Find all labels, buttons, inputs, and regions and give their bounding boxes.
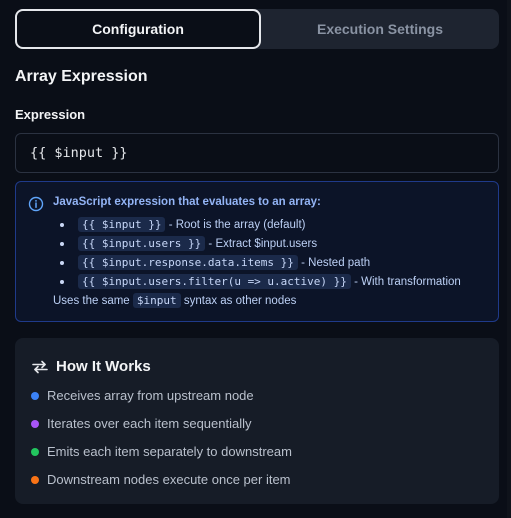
info-circle-icon: [28, 196, 44, 212]
tab-configuration[interactable]: Configuration: [15, 9, 261, 49]
list-item: {{ $input.response.data.items }} - Neste…: [60, 253, 461, 272]
code-snippet: {{ $input }}: [78, 217, 166, 232]
code-snippet: {{ $input.response.data.items }}: [78, 255, 298, 270]
list-item: {{ $input.users.filter(u => u.active) }}…: [60, 272, 461, 291]
list-item: {{ $input }} - Root is the array (defaul…: [60, 215, 461, 234]
list-item: Emits each item separately to downstream: [31, 442, 292, 470]
info-list: {{ $input }} - Root is the array (defaul…: [60, 215, 461, 291]
info-heading: JavaScript expression that evaluates to …: [53, 196, 321, 208]
how-it-works-list: Receives array from upstream node Iterat…: [31, 386, 292, 498]
how-it-works-card: How It Works Receives array from upstrea…: [15, 338, 499, 504]
swap-arrows-icon: [31, 358, 49, 376]
list-item: Iterates over each item sequentially: [31, 414, 292, 442]
scrollbar[interactable]: [507, 0, 511, 518]
code-snippet: {{ $input.users.filter(u => u.active) }}: [78, 274, 351, 289]
step-dot: [31, 476, 39, 484]
tab-execution-settings[interactable]: Execution Settings: [261, 9, 499, 49]
item-description: - Nested path: [301, 257, 371, 269]
code-snippet: {{ $input.users }}: [78, 236, 206, 251]
tab-bar: Configuration Execution Settings: [15, 9, 499, 49]
section-title: Array Expression: [15, 68, 148, 85]
step-dot: [31, 420, 39, 428]
item-description: - Extract $input.users: [208, 238, 318, 250]
item-description: - Root is the array (default): [168, 219, 306, 231]
list-item: Receives array from upstream node: [31, 386, 292, 414]
list-item: {{ $input.users }} - Extract $input.user…: [60, 234, 461, 253]
code-snippet: $input: [132, 293, 181, 308]
how-it-works-title: How It Works: [56, 358, 151, 375]
info-footer: Uses the same $input syntax as other nod…: [53, 293, 297, 308]
info-box: JavaScript expression that evaluates to …: [15, 181, 499, 322]
expression-label: Expression: [15, 107, 86, 122]
step-dot: [31, 448, 39, 456]
list-item: Downstream nodes execute once per item: [31, 470, 292, 498]
step-dot: [31, 392, 39, 400]
expression-input[interactable]: [15, 133, 499, 173]
item-description: - With transformation: [354, 276, 461, 288]
